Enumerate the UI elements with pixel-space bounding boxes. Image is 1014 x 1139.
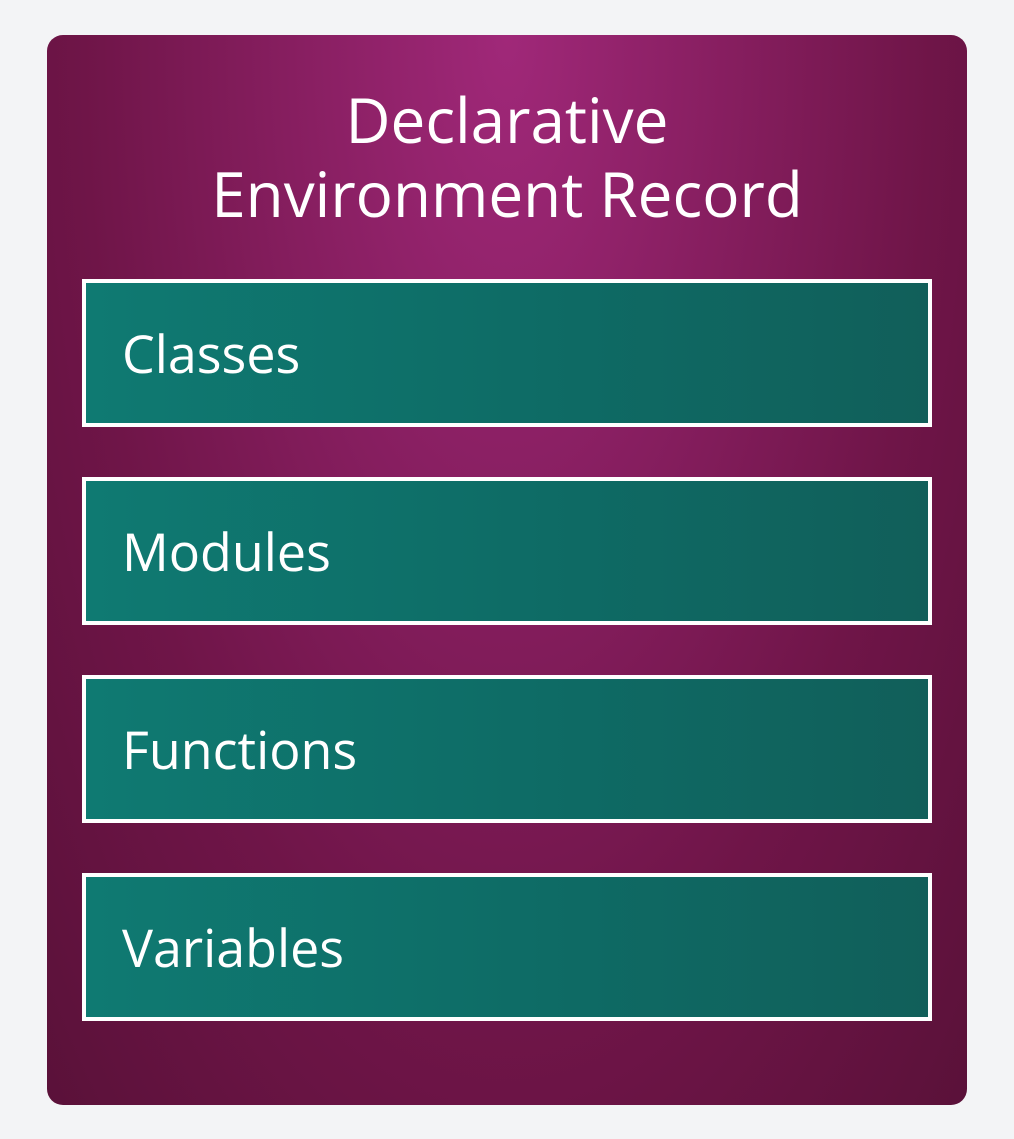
item-label: Classes bbox=[122, 318, 300, 389]
item-label: Functions bbox=[122, 714, 357, 785]
title-line-1: Declarative bbox=[346, 78, 669, 162]
item-classes: Classes bbox=[82, 279, 932, 427]
item-label: Modules bbox=[122, 516, 331, 587]
environment-record-card: Declarative Environment Record Classes M… bbox=[47, 35, 967, 1105]
title-line-2: Environment Record bbox=[211, 152, 803, 236]
card-title: Declarative Environment Record bbox=[82, 83, 932, 232]
item-label: Variables bbox=[122, 912, 344, 983]
item-variables: Variables bbox=[82, 873, 932, 1021]
item-modules: Modules bbox=[82, 477, 932, 625]
items-container: Classes Modules Functions Variables bbox=[82, 279, 932, 1021]
item-functions: Functions bbox=[82, 675, 932, 823]
